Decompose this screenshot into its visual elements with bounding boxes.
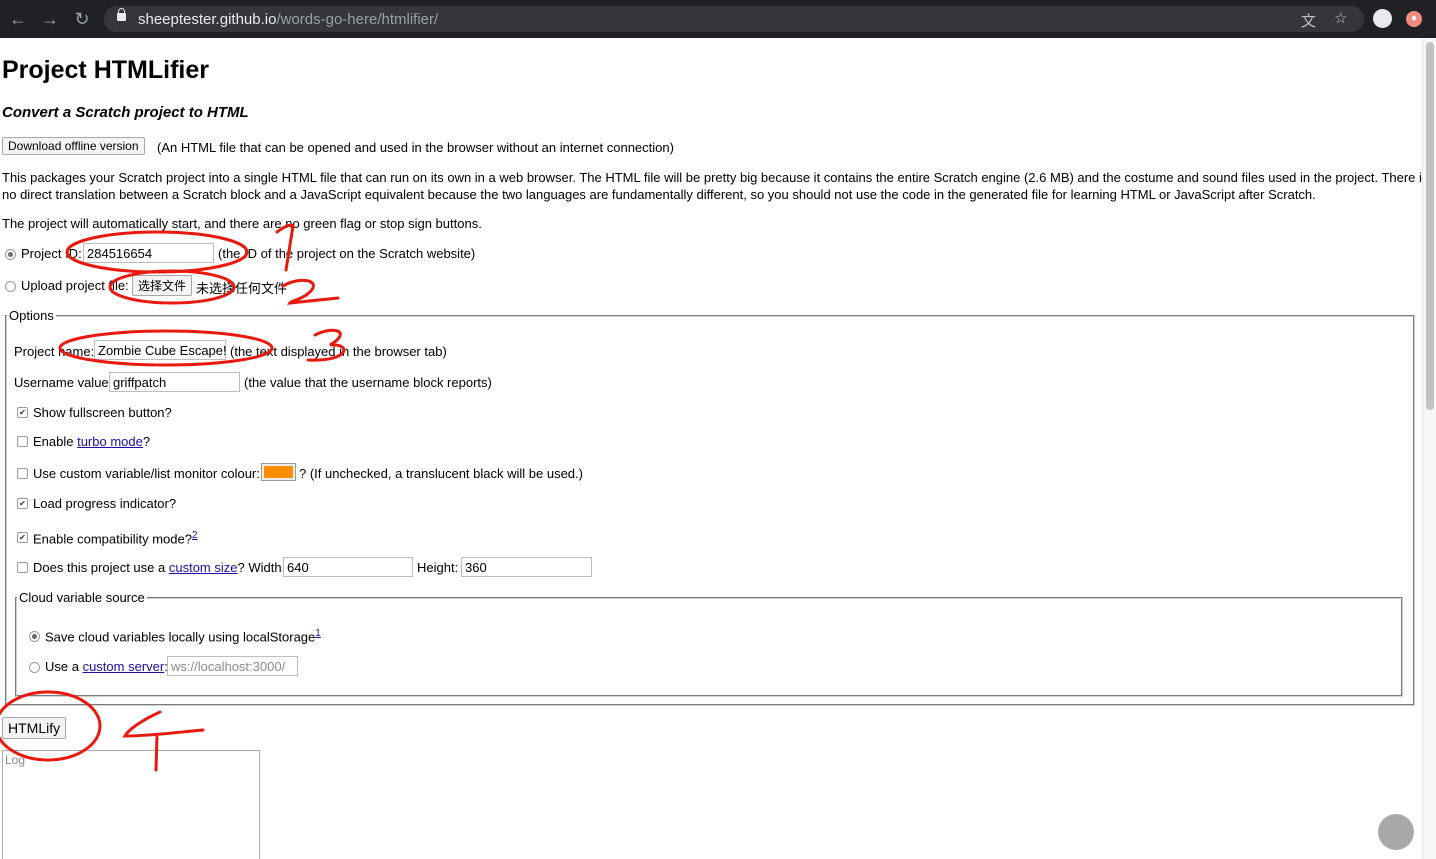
- project-id-radio[interactable]: [5, 249, 16, 260]
- cloud-legend: Cloud variable source: [19, 590, 145, 605]
- custom-size-link[interactable]: custom size: [169, 560, 238, 575]
- download-offline-button[interactable]: Download offline version: [2, 137, 145, 155]
- progress-label: Load progress indicator?: [33, 496, 177, 511]
- project-name-note: (the text displayed in the browser tab): [230, 344, 447, 359]
- htmlify-button[interactable]: HTMLify: [2, 717, 67, 739]
- log-textarea[interactable]: Log: [2, 750, 260, 859]
- description-line-2: no direct translation between a Scratch …: [2, 187, 1316, 202]
- extension-icon[interactable]: ●: [1406, 11, 1422, 27]
- project-name-label: Project name:: [14, 344, 95, 359]
- username-note: (the value that the username block repor…: [244, 375, 492, 390]
- custom-size-checkbox[interactable]: [17, 562, 28, 573]
- download-note: (An HTML file that can be opened and use…: [157, 140, 674, 155]
- cloud-server-radio[interactable]: [29, 662, 40, 673]
- address-bar[interactable]: sheeptester.github.io/words-go-here/html…: [104, 6, 1364, 32]
- cloud-local-label: Save cloud variables locally using local…: [45, 628, 321, 645]
- monitor-colour-checkbox[interactable]: [17, 468, 28, 479]
- description-line-1: This packages your Scratch project into …: [2, 170, 1422, 185]
- options-legend: Options: [9, 308, 54, 323]
- project-id-label: Project ID:: [21, 246, 82, 261]
- cloud-server-input[interactable]: ws://localhost:3000/: [167, 656, 298, 676]
- page-subtitle: Convert a Scratch project to HTML: [2, 104, 249, 121]
- no-file-text: 未选择任何文件: [196, 281, 288, 296]
- monitor-colour-note: ? (If unchecked, a translucent black wil…: [299, 466, 583, 481]
- fullscreen-label: Show fullscreen button?: [33, 405, 172, 420]
- reload-icon[interactable]: ↻: [72, 9, 92, 29]
- url-text: sheeptester.github.io/words-go-here/html…: [138, 11, 439, 28]
- compat-checkbox[interactable]: ✔: [17, 532, 28, 543]
- turbo-mode-link[interactable]: turbo mode: [77, 434, 143, 449]
- choose-file-button[interactable]: 选择文件: [132, 275, 193, 296]
- progress-checkbox[interactable]: ✔: [17, 498, 28, 509]
- page-title: Project HTMLifier: [2, 56, 209, 84]
- translate-icon[interactable]: 文: [1301, 10, 1316, 31]
- username-input[interactable]: griffpatch: [109, 372, 240, 392]
- compat-footnote-link[interactable]: 2: [192, 530, 198, 541]
- monitor-colour-picker[interactable]: [261, 463, 296, 481]
- turbo-checkbox[interactable]: [17, 436, 28, 447]
- cloud-server-label: Use a custom server:: [45, 659, 168, 674]
- vertical-scrollbar[interactable]: [1422, 38, 1436, 859]
- compat-label: Enable compatibility mode?2: [33, 530, 198, 547]
- autostart-note: The project will automatically start, an…: [2, 216, 482, 231]
- project-id-input[interactable]: 284516654: [83, 243, 214, 263]
- monitor-colour-label: Use custom variable/list monitor colour:: [33, 466, 260, 481]
- cloud-footnote-link[interactable]: 1: [315, 628, 321, 639]
- browser-toolbar: ← → ↻ sheeptester.github.io/words-go-her…: [0, 0, 1436, 38]
- scrollbar-thumb[interactable]: [1426, 42, 1434, 410]
- cloud-local-radio[interactable]: [29, 631, 40, 642]
- lock-icon: [117, 8, 126, 21]
- back-icon[interactable]: ←: [8, 9, 28, 29]
- turbo-label: Enable turbo mode?: [33, 434, 151, 449]
- bear-mascot-icon[interactable]: [1378, 814, 1414, 850]
- fullscreen-checkbox[interactable]: ✔: [17, 407, 28, 418]
- forward-icon[interactable]: →: [40, 9, 60, 29]
- username-label: Username value:: [14, 375, 113, 390]
- bookmark-star-icon[interactable]: ☆: [1334, 9, 1347, 27]
- project-name-input[interactable]: Zombie Cube Escape!: [94, 340, 227, 360]
- height-input[interactable]: 360: [461, 557, 592, 577]
- page-content: Project HTMLifier Convert a Scratch proj…: [0, 38, 1422, 859]
- height-label: Height:: [417, 560, 459, 575]
- project-id-note: (the ID of the project on the Scratch we…: [218, 246, 476, 261]
- width-input[interactable]: 640: [283, 557, 413, 577]
- upload-file-label: Upload project file:: [21, 278, 129, 293]
- custom-size-label: Does this project use a custom size? Wid…: [33, 560, 286, 575]
- upload-file-radio[interactable]: [5, 281, 16, 292]
- custom-server-link[interactable]: custom server: [83, 659, 165, 674]
- profile-avatar-icon[interactable]: [1373, 9, 1392, 28]
